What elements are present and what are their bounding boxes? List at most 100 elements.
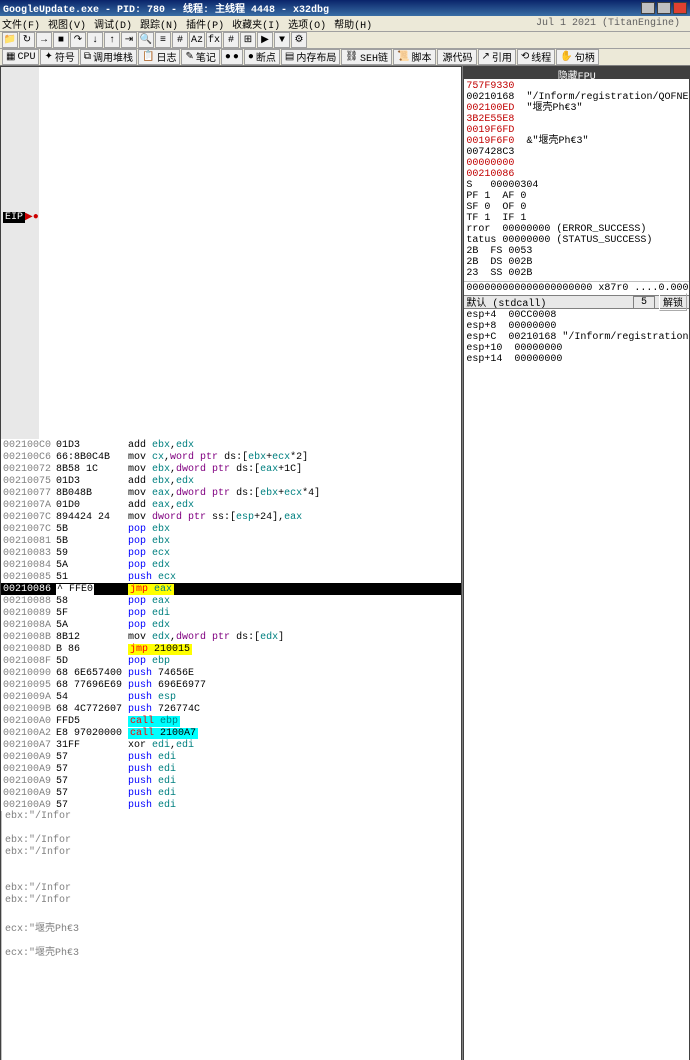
disasm-row[interactable]: 0021007C894424 24mov dword ptr ss:[esp+2… [1,511,461,523]
disasm-row[interactable]: 0021009B68 4C772607push 726774C [1,703,461,715]
register-line[interactable]: 23 SS 002B [466,268,687,279]
menu-item[interactable]: 视图(V) [48,21,86,32]
goto-icon[interactable]: ⇥ [121,32,137,48]
grid-icon[interactable]: ⊞ [240,32,256,48]
register-line[interactable]: 2B FS 0053 [466,246,687,257]
view-tab[interactable]: ▤内存布局 [281,49,340,65]
minimize-icon[interactable] [641,2,655,14]
disasm-row[interactable]: 002100895Fpop edi [1,607,461,619]
disasm-row[interactable]: 002100A957push edi [1,787,461,799]
disasm-row[interactable]: 002100A957push edi [1,751,461,763]
hash-icon[interactable]: # [172,32,188,48]
view-tab[interactable]: ⟲线程 [517,49,555,65]
disasm-row[interactable]: 0021007C5Bpop ebx [1,523,461,535]
folder-open-icon[interactable]: 📁 [2,32,18,48]
menu-item[interactable]: 调试(D) [94,21,132,32]
register-line[interactable]: PF 1 AF 0 [466,191,687,202]
register-line[interactable]: 002100ED "堰壳Ph€3" [466,103,687,114]
down-icon[interactable]: ▼ [274,32,290,48]
menu-item[interactable]: 选项(O) [288,21,326,32]
disasm-row[interactable]: 002100A0FFD5call ebp [1,715,461,727]
view-tab[interactable]: ✎笔记 [181,49,219,65]
view-tab[interactable]: ▦CPU [2,49,39,65]
step-out-icon[interactable]: ↑ [104,32,120,48]
disasm-row[interactable]: 0021009568 77696E69push 696E6977 [1,679,461,691]
register-line[interactable]: TF 1 IF 1 [466,213,687,224]
arg-row[interactable]: esp+C 00210168 "/Inform/registration/QOF… [466,332,687,343]
settings-icon[interactable]: ⚙ [291,32,307,48]
step-over-icon[interactable]: ↷ [70,32,86,48]
view-tab[interactable]: ✋句柄 [556,49,598,65]
disasm-row[interactable]: 002100815Bpop ebx [1,535,461,547]
arg-row[interactable]: esp+8 00000000 [466,321,687,332]
step-into-icon[interactable]: ↓ [87,32,103,48]
disasm-row[interactable]: 002100A957push edi [1,775,461,787]
register-line[interactable]: 0019F6F0 &"堰壳Ph€3" [466,136,687,147]
Az-icon[interactable]: Az [189,32,205,48]
register-line[interactable]: SF 0 OF 0 [466,202,687,213]
arrow-right-icon[interactable]: ↻ [19,32,35,48]
stop-icon[interactable]: ■ [53,32,69,48]
register-line[interactable]: 007428C3 [466,147,687,158]
menu-item[interactable]: 跟踪(N) [140,21,178,32]
disasm-row[interactable]: 002100A731FFxor edi,edi [1,739,461,751]
menu-item[interactable]: 插件(P) [186,21,224,32]
view-tab[interactable]: ⧉调用堆栈 [80,49,137,65]
disasm-row[interactable]: 0021009A54push esp [1,691,461,703]
view-tab[interactable]: ↗引用 [478,49,516,65]
disasm-row[interactable]: 002100845Apop edx [1,559,461,571]
view-tab[interactable]: ●断点 [244,49,280,65]
fpu-toggle[interactable]: 隐藏FPU [464,67,689,79]
menu-item[interactable]: 文件(F) [2,21,40,32]
arg-count[interactable]: 5 [633,296,655,309]
pound-icon[interactable]: # [223,32,239,48]
register-line[interactable]: 757F9330 [466,81,687,92]
cpu-disassembly-pane[interactable]: EIP▶● 002100C001D3add ebx,edx002100C666:… [0,66,462,1060]
fx-icon[interactable]: fx [206,32,222,48]
calling-convention[interactable]: 默认 (stdcall) [466,294,546,310]
view-tab[interactable]: 源代码 [437,49,477,65]
disasm-row[interactable]: 002100A957push edi [1,799,461,811]
right-icon[interactable]: ▶ [257,32,273,48]
disasm-row[interactable]: 0021008F5Dpop ebp [1,655,461,667]
arg-row[interactable]: esp+4 00CC0008 [466,310,687,321]
disasm-row[interactable]: 002100778B048Bmov eax,dword ptr ds:[ebx+… [1,487,461,499]
menu-item[interactable]: 收藏夹(I) [232,21,280,32]
refresh-icon[interactable]: → [36,32,52,48]
register-line[interactable]: 3B2E55E8 [466,114,687,125]
disasm-row[interactable]: 002100C666:8B0C4Bmov cx,word ptr ds:[ebx… [1,451,461,463]
register-line[interactable]: S 00000304 [466,180,687,191]
disasm-row[interactable]: 0021007501D3add ebx,edx [1,475,461,487]
close-icon[interactable] [673,2,687,14]
register-line[interactable]: 0019F6FD [466,125,687,136]
arg-row[interactable]: esp+14 00000000 [466,354,687,365]
register-line[interactable]: 00210168 "/Inform/registration/QOFNEMDCN… [466,92,687,103]
disasm-row[interactable]: 0021009068 6E657400push 74656E [1,667,461,679]
register-line[interactable]: 00000000 [466,158,687,169]
disasm-row[interactable]: 0021008A5Apop edx [1,619,461,631]
disasm-row[interactable]: 0021008858pop eax [1,595,461,607]
disasm-row[interactable]: 0021008B8B12mov edx,dword ptr ds:[edx] [1,631,461,643]
registers-pane[interactable]: 隐藏FPU 757F9330 00210168 "/Inform/registr… [463,66,690,1060]
view-tab[interactable]: ⛓SEH链 [341,49,392,65]
view-tab[interactable]: 📜脚本 [393,49,435,65]
maximize-icon[interactable] [657,2,671,14]
disasm-row[interactable]: 0021007A01D0add eax,edx [1,499,461,511]
register-line[interactable]: tatus 00000000 (STATUS_SUCCESS) [466,235,687,246]
disasm-row[interactable]: 0021008551push ecx [1,571,461,583]
search-icon[interactable]: 🔍 [138,32,154,48]
view-tab[interactable]: ●● [221,49,243,65]
menu-item[interactable]: 帮助(H) [334,21,372,32]
arg-row[interactable]: esp+10 00000000 [466,343,687,354]
register-line[interactable]: 2B DS 002B [466,257,687,268]
view-tab[interactable]: 📋日志 [138,49,180,65]
register-line[interactable]: rror 00000000 (ERROR_SUCCESS) [466,224,687,235]
list-icon[interactable]: ≡ [155,32,171,48]
view-tab[interactable]: ✦符号 [40,49,78,65]
register-line[interactable]: 00210086 [466,169,687,180]
disasm-row[interactable]: 002100728B58 1Cmov ebx,dword ptr ds:[eax… [1,463,461,475]
disasm-row[interactable]: 002100C001D3add ebx,edx [1,439,461,451]
disasm-row[interactable]: 002100A2E8 97020000call 2100A7 [1,727,461,739]
disasm-row[interactable]: 002100A957push edi [1,763,461,775]
disasm-row[interactable]: 0021008DB 86jmp 210015 [1,643,461,655]
